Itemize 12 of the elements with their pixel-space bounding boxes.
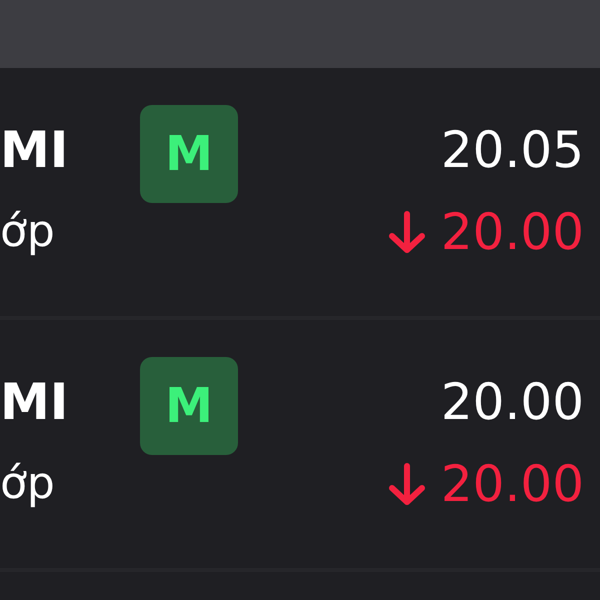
market-badge: M bbox=[140, 105, 238, 203]
stock-name: ớp bbox=[0, 205, 56, 259]
stock-name: ớp bbox=[0, 457, 56, 511]
stock-symbol: MI bbox=[0, 120, 70, 180]
stock-row[interactable]: MI ớp M 20.05 20.00 bbox=[0, 68, 600, 320]
change-value: 20.00 bbox=[440, 202, 584, 262]
stock-symbol: MI bbox=[0, 372, 70, 432]
market-badge: M bbox=[140, 357, 238, 455]
change-value: 20.00 bbox=[440, 454, 584, 514]
price-value: 20.00 bbox=[440, 372, 584, 432]
price-value: 20.05 bbox=[440, 120, 584, 180]
stock-row[interactable]: MI ớp M 20.00 20.00 bbox=[0, 320, 600, 572]
